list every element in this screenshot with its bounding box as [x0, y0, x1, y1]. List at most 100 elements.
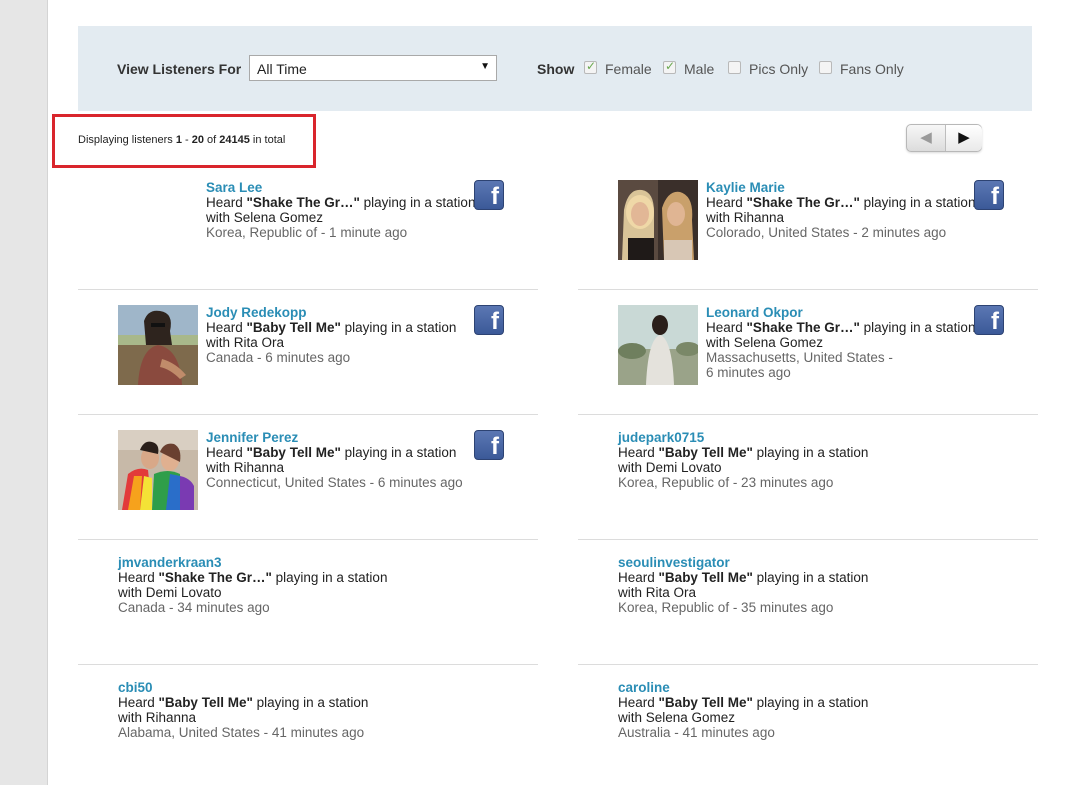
station-artist: with Rihanna: [706, 210, 785, 225]
listener-details: Sara Lee Heard "Shake The Gr…" playing i…: [206, 180, 475, 240]
location-time: Alabama, United States - 41 minutes ago: [118, 725, 365, 740]
listener-name-link[interactable]: Leonard Okpor: [706, 305, 975, 320]
female-label[interactable]: Female: [605, 61, 652, 77]
row-divider: [78, 289, 538, 290]
listener-name-link[interactable]: seoulinvestigator: [618, 555, 868, 570]
left-rail: [0, 0, 48, 785]
checkmark-icon: ✓: [665, 59, 676, 73]
song-title: "Baby Tell Me": [658, 445, 753, 460]
listener-details: seoulinvestigator Heard "Baby Tell Me" p…: [618, 555, 868, 615]
row-divider: [78, 664, 538, 665]
song-title: "Shake The Gr…": [746, 320, 860, 335]
heard-line: Heard "Baby Tell Me" playing in a statio…: [118, 695, 369, 710]
avatar[interactable]: [118, 430, 198, 510]
listener-details: cbi50 Heard "Baby Tell Me" playing in a …: [118, 680, 368, 740]
song-title: "Baby Tell Me": [246, 445, 341, 460]
location-time: Australia - 41 minutes ago: [618, 725, 775, 740]
female-checkbox[interactable]: ✓: [584, 59, 597, 74]
listener-details: judepark0715 Heard "Baby Tell Me" playin…: [618, 430, 868, 490]
facebook-icon[interactable]: f: [974, 180, 1004, 210]
song-title: "Shake The Gr…": [746, 195, 860, 210]
facebook-icon[interactable]: f: [974, 305, 1004, 335]
song-title: "Shake The Gr…": [246, 195, 360, 210]
period-select-value: All Time: [257, 61, 307, 77]
station-artist: with Demi Lovato: [118, 585, 222, 600]
station-artist: with Rihanna: [206, 460, 285, 475]
facebook-icon[interactable]: f: [474, 430, 504, 460]
listener-name-link[interactable]: caroline: [618, 680, 868, 695]
listener-details: Leonard Okpor Heard "Shake The Gr…" play…: [706, 305, 975, 380]
station-artist: with Selena Gomez: [206, 210, 324, 225]
heard-line: Heard "Shake The Gr…" playing in a stati…: [706, 320, 976, 335]
song-title: "Baby Tell Me": [246, 320, 341, 335]
song-title: "Baby Tell Me": [658, 570, 753, 585]
facebook-icon[interactable]: f: [474, 180, 504, 210]
station-artist: with Selena Gomez: [706, 335, 824, 350]
song-title: "Shake The Gr…": [158, 570, 272, 585]
listener-count-summary: Displaying listeners 1 - 20 of 24145 in …: [78, 134, 286, 146]
listener-details: jmvanderkraan3 Heard "Shake The Gr…" pla…: [118, 555, 387, 615]
listener-name-link[interactable]: Jennifer Perez: [206, 430, 463, 445]
station-artist: with Selena Gomez: [618, 710, 736, 725]
view-listeners-label: View Listeners For: [117, 61, 242, 77]
heard-line: Heard "Baby Tell Me" playing in a statio…: [206, 445, 457, 460]
song-title: "Baby Tell Me": [158, 695, 253, 710]
location-time: Korea, Republic of - 23 minutes ago: [618, 475, 834, 490]
station-artist: with Rihanna: [118, 710, 197, 725]
facebook-icon[interactable]: f: [474, 305, 504, 335]
listener-name-link[interactable]: Jody Redekopp: [206, 305, 456, 320]
heard-line: Heard "Shake The Gr…" playing in a stati…: [118, 570, 388, 585]
fans-only-label[interactable]: Fans Only: [840, 61, 904, 77]
heard-line: Heard "Baby Tell Me" playing in a statio…: [206, 320, 457, 335]
prev-page-button[interactable]: ◀: [907, 125, 945, 151]
avatar[interactable]: [118, 305, 198, 385]
pager: ◀ ▶: [906, 124, 982, 152]
location-time-continued: 6 minutes ago: [706, 365, 791, 380]
period-select[interactable]: All Time ▼: [249, 55, 497, 81]
row-divider: [578, 414, 1038, 415]
chevron-down-icon: ▼: [480, 61, 490, 72]
filter-bar: View Listeners For All Time ▼ Show ✓ Fem…: [78, 26, 1032, 111]
pics-only-checkbox[interactable]: [728, 61, 741, 74]
heard-line: Heard "Shake The Gr…" playing in a stati…: [706, 195, 976, 210]
male-checkbox[interactable]: ✓: [663, 59, 676, 74]
row-divider: [578, 664, 1038, 665]
checkmark-icon: ✓: [586, 59, 597, 73]
location-time: Korea, Republic of - 35 minutes ago: [618, 600, 834, 615]
station-artist: with Demi Lovato: [618, 460, 722, 475]
listener-name-link[interactable]: jmvanderkraan3: [118, 555, 387, 570]
next-page-button[interactable]: ▶: [946, 125, 982, 151]
station-artist: with Rita Ora: [618, 585, 697, 600]
heard-line: Heard "Shake The Gr…" playing in a stati…: [206, 195, 476, 210]
location-time: Canada - 6 minutes ago: [206, 350, 351, 365]
avatar[interactable]: [618, 180, 698, 260]
row-divider: [578, 289, 1038, 290]
location-time: Colorado, United States - 2 minutes ago: [706, 225, 947, 240]
listener-name-link[interactable]: Kaylie Marie: [706, 180, 975, 195]
avatar[interactable]: [618, 305, 698, 385]
heard-line: Heard "Baby Tell Me" playing in a statio…: [618, 695, 869, 710]
male-label[interactable]: Male: [684, 61, 714, 77]
location-time: Korea, Republic of - 1 minute ago: [206, 225, 408, 240]
listener-name-link[interactable]: judepark0715: [618, 430, 868, 445]
listener-details: Jody Redekopp Heard "Baby Tell Me" playi…: [206, 305, 456, 365]
song-title: "Baby Tell Me": [658, 695, 753, 710]
row-divider: [78, 539, 538, 540]
location-time: Massachusetts, United States -: [706, 350, 893, 365]
heard-line: Heard "Baby Tell Me" playing in a statio…: [618, 570, 869, 585]
station-artist: with Rita Ora: [206, 335, 285, 350]
row-divider: [78, 414, 538, 415]
row-divider: [578, 539, 1038, 540]
location-time: Canada - 34 minutes ago: [118, 600, 270, 615]
summary-highlight: Displaying listeners 1 - 20 of 24145 in …: [52, 114, 316, 168]
listener-name-link[interactable]: cbi50: [118, 680, 368, 695]
fans-only-checkbox[interactable]: [819, 61, 832, 74]
listener-details: Jennifer Perez Heard "Baby Tell Me" play…: [206, 430, 463, 490]
heard-line: Heard "Baby Tell Me" playing in a statio…: [618, 445, 869, 460]
show-label: Show: [537, 61, 575, 77]
listener-details: Kaylie Marie Heard "Shake The Gr…" playi…: [706, 180, 975, 240]
listener-name-link[interactable]: Sara Lee: [206, 180, 475, 195]
pics-only-label[interactable]: Pics Only: [749, 61, 808, 77]
location-time: Connecticut, United States - 6 minutes a…: [206, 475, 463, 490]
listener-details: caroline Heard "Baby Tell Me" playing in…: [618, 680, 868, 740]
